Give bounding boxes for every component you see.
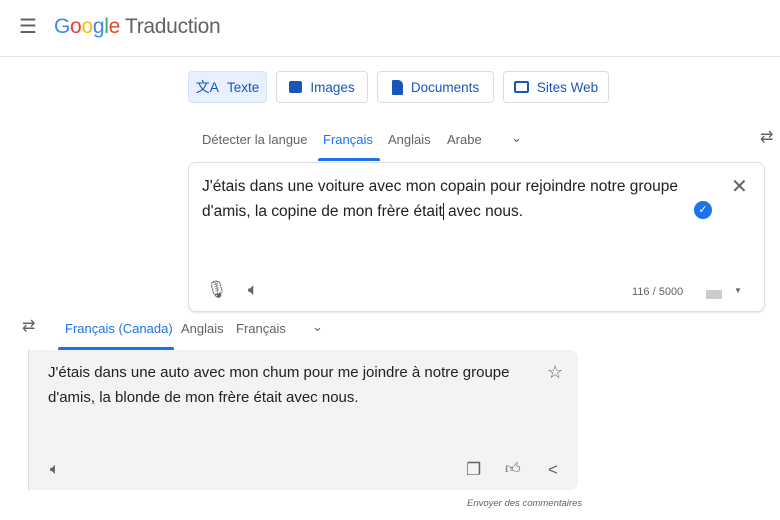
translation-text: J'étais dans une auto avec mon chum pour… bbox=[48, 364, 510, 406]
web-icon bbox=[513, 81, 529, 93]
google-translate-logo[interactable]: Google Traduction bbox=[54, 15, 221, 39]
swap-languages-icon-secondary[interactable]: ⇄ bbox=[22, 319, 35, 335]
target-lang-french-canada[interactable]: Français (Canada) bbox=[65, 321, 173, 336]
target-lang-english[interactable]: Anglais bbox=[181, 321, 224, 336]
target-lang-french[interactable]: Français bbox=[236, 321, 286, 336]
more-target-langs-chevron-down-icon[interactable]: ⌄ bbox=[312, 320, 323, 333]
more-source-langs-chevron-down-icon[interactable]: ⌄ bbox=[511, 131, 522, 144]
source-lang-detect[interactable]: Détecter la langue bbox=[202, 132, 308, 147]
source-lang-selected-indicator bbox=[318, 158, 380, 161]
hamburger-menu-icon[interactable]: ☰ bbox=[19, 17, 37, 37]
rate-translation-thumbs-icon[interactable]: 👍︎ bbox=[505, 461, 521, 476]
share-icon[interactable]: < bbox=[548, 461, 558, 478]
mode-websites-button[interactable]: Sites Web bbox=[503, 71, 609, 103]
source-lang-arabic[interactable]: Arabe bbox=[447, 132, 482, 147]
listen-translation-speaker-icon[interactable]: 🔈︎ bbox=[50, 462, 60, 478]
source-lang-french[interactable]: Français bbox=[323, 132, 373, 147]
translate-icon: 文A bbox=[195, 79, 220, 95]
mode-documents-button[interactable]: Documents bbox=[377, 71, 494, 103]
mode-images-button[interactable]: Images bbox=[276, 71, 368, 103]
clear-text-close-icon[interactable]: ✕ bbox=[731, 177, 748, 197]
source-text[interactable]: J'étais dans une voiture avec mon copain… bbox=[202, 174, 702, 224]
document-icon bbox=[391, 79, 403, 95]
swap-languages-icon[interactable]: ⇄ bbox=[760, 130, 773, 146]
save-translation-star-icon[interactable]: ☆ bbox=[547, 363, 563, 381]
check-circle-icon: ✓ bbox=[694, 201, 712, 219]
app-header: ☰ Google Traduction bbox=[0, 0, 780, 57]
character-count: 116 / 5000 bbox=[632, 286, 684, 298]
microphone-icon[interactable]: 🎙︎ bbox=[206, 281, 228, 298]
source-lang-english[interactable]: Anglais bbox=[388, 132, 431, 147]
listen-source-speaker-icon[interactable]: 🔈︎ bbox=[248, 281, 258, 298]
keyboard-icon[interactable] bbox=[706, 290, 722, 299]
copy-icon[interactable]: ❐ bbox=[466, 461, 481, 478]
send-feedback-link[interactable]: Envoyer des commentaires bbox=[467, 498, 582, 509]
image-icon bbox=[289, 81, 303, 93]
keyboard-dropdown-caret-icon[interactable]: ▼ bbox=[734, 287, 742, 295]
mode-text-button[interactable]: 文A Texte bbox=[188, 71, 267, 103]
